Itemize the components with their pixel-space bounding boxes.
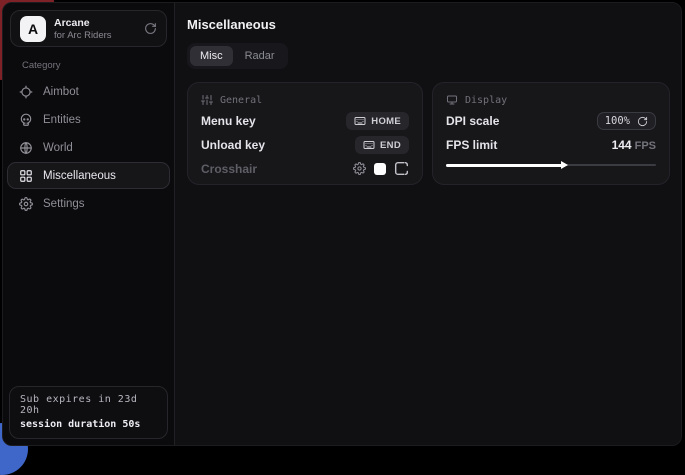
sidebar-item-world[interactable]: World xyxy=(7,134,170,161)
dpi-scale-label: DPI scale xyxy=(446,114,499,128)
crosshair-settings-gear-icon[interactable] xyxy=(353,162,366,175)
refresh-icon[interactable] xyxy=(144,22,157,35)
app-window: A Arcane for Arc Riders Category Aimbot xyxy=(2,2,682,446)
sidebar-item-miscellaneous[interactable]: Miscellaneous xyxy=(7,162,170,189)
profile-text: Arcane for Arc Riders xyxy=(54,17,136,41)
dpi-scale-row: DPI scale 100% xyxy=(446,112,656,130)
sidebar-item-label: Aimbot xyxy=(43,86,79,98)
tab-bar: Misc Radar xyxy=(187,43,288,69)
sliders-icon xyxy=(201,94,213,106)
menu-key-value: HOME xyxy=(371,116,401,127)
fps-limit-row: FPS limit 144FPS xyxy=(446,136,656,154)
sidebar-nav: Aimbot Entities World Miscellaneous xyxy=(3,78,174,217)
sidebar-item-entities[interactable]: Entities xyxy=(7,106,170,133)
unload-key-bind-button[interactable]: END xyxy=(355,136,409,154)
display-card-title: Display xyxy=(465,95,507,106)
skull-icon xyxy=(19,113,33,127)
menu-key-row: Menu key HOME xyxy=(201,112,409,130)
menu-key-bind-button[interactable]: HOME xyxy=(346,112,409,130)
unload-key-value: END xyxy=(380,140,401,151)
main-panel: Miscellaneous Misc Radar General Menu ke… xyxy=(175,3,682,445)
keyboard-icon xyxy=(354,115,366,127)
profile-card: A Arcane for Arc Riders xyxy=(10,10,167,47)
dpi-scale-control[interactable]: 100% xyxy=(597,112,656,130)
app-subtitle: for Arc Riders xyxy=(54,30,136,41)
app-logo-letter: A xyxy=(28,21,38,37)
page-title: Miscellaneous xyxy=(187,17,670,32)
keyboard-icon xyxy=(363,139,375,151)
monitor-icon xyxy=(446,94,458,106)
subscription-status-card: Sub expires in 23d 20h session duration … xyxy=(9,386,168,439)
fps-limit-slider[interactable] xyxy=(446,161,656,170)
dpi-scale-value: 100% xyxy=(605,115,630,127)
general-card-title: General xyxy=(220,95,262,106)
unload-key-row: Unload key END xyxy=(201,136,409,154)
fps-limit-unit: FPS xyxy=(635,140,656,152)
crosshair-row: Crosshair xyxy=(201,160,409,177)
sidebar-item-label: Entities xyxy=(43,114,81,126)
menu-key-label: Menu key xyxy=(201,114,256,128)
globe-icon xyxy=(19,141,33,155)
tab-radar[interactable]: Radar xyxy=(235,46,285,66)
refresh-icon xyxy=(637,116,648,127)
category-label: Category xyxy=(22,60,174,71)
fps-slider-thumb[interactable] xyxy=(561,161,568,169)
crosshair-label: Crosshair xyxy=(201,162,257,176)
grid-icon xyxy=(19,169,33,183)
general-card-header: General xyxy=(201,94,409,106)
outline-box-icon[interactable] xyxy=(394,161,409,176)
tab-misc[interactable]: Misc xyxy=(190,46,233,66)
sidebar-item-aimbot[interactable]: Aimbot xyxy=(7,78,170,105)
crosshair-controls xyxy=(353,161,409,176)
app-logo: A xyxy=(20,16,46,42)
fps-limit-value: 144 xyxy=(612,138,632,152)
general-card: General Menu key HOME Unload key xyxy=(187,82,423,185)
display-card: Display DPI scale 100% FPS limit 144FPS xyxy=(432,82,670,185)
crosshair-color-swatch[interactable] xyxy=(374,163,386,175)
session-duration-text: session duration 50s xyxy=(20,419,157,430)
app-title: Arcane xyxy=(54,17,136,29)
cards-row: General Menu key HOME Unload key xyxy=(187,82,670,185)
sidebar: A Arcane for Arc Riders Category Aimbot xyxy=(3,3,175,445)
sidebar-item-label: Miscellaneous xyxy=(43,170,116,182)
fps-limit-label: FPS limit xyxy=(446,138,497,152)
sidebar-item-label: Settings xyxy=(43,198,85,210)
fps-limit-value-group: 144FPS xyxy=(612,136,656,154)
sub-expiry-text: Sub expires in 23d 20h xyxy=(20,394,157,416)
display-card-header: Display xyxy=(446,94,656,106)
sidebar-item-settings[interactable]: Settings xyxy=(7,190,170,217)
crosshair-icon xyxy=(19,85,33,99)
fps-slider-fill xyxy=(446,164,564,167)
unload-key-label: Unload key xyxy=(201,138,265,152)
gear-icon xyxy=(19,197,33,211)
sidebar-item-label: World xyxy=(43,142,73,154)
